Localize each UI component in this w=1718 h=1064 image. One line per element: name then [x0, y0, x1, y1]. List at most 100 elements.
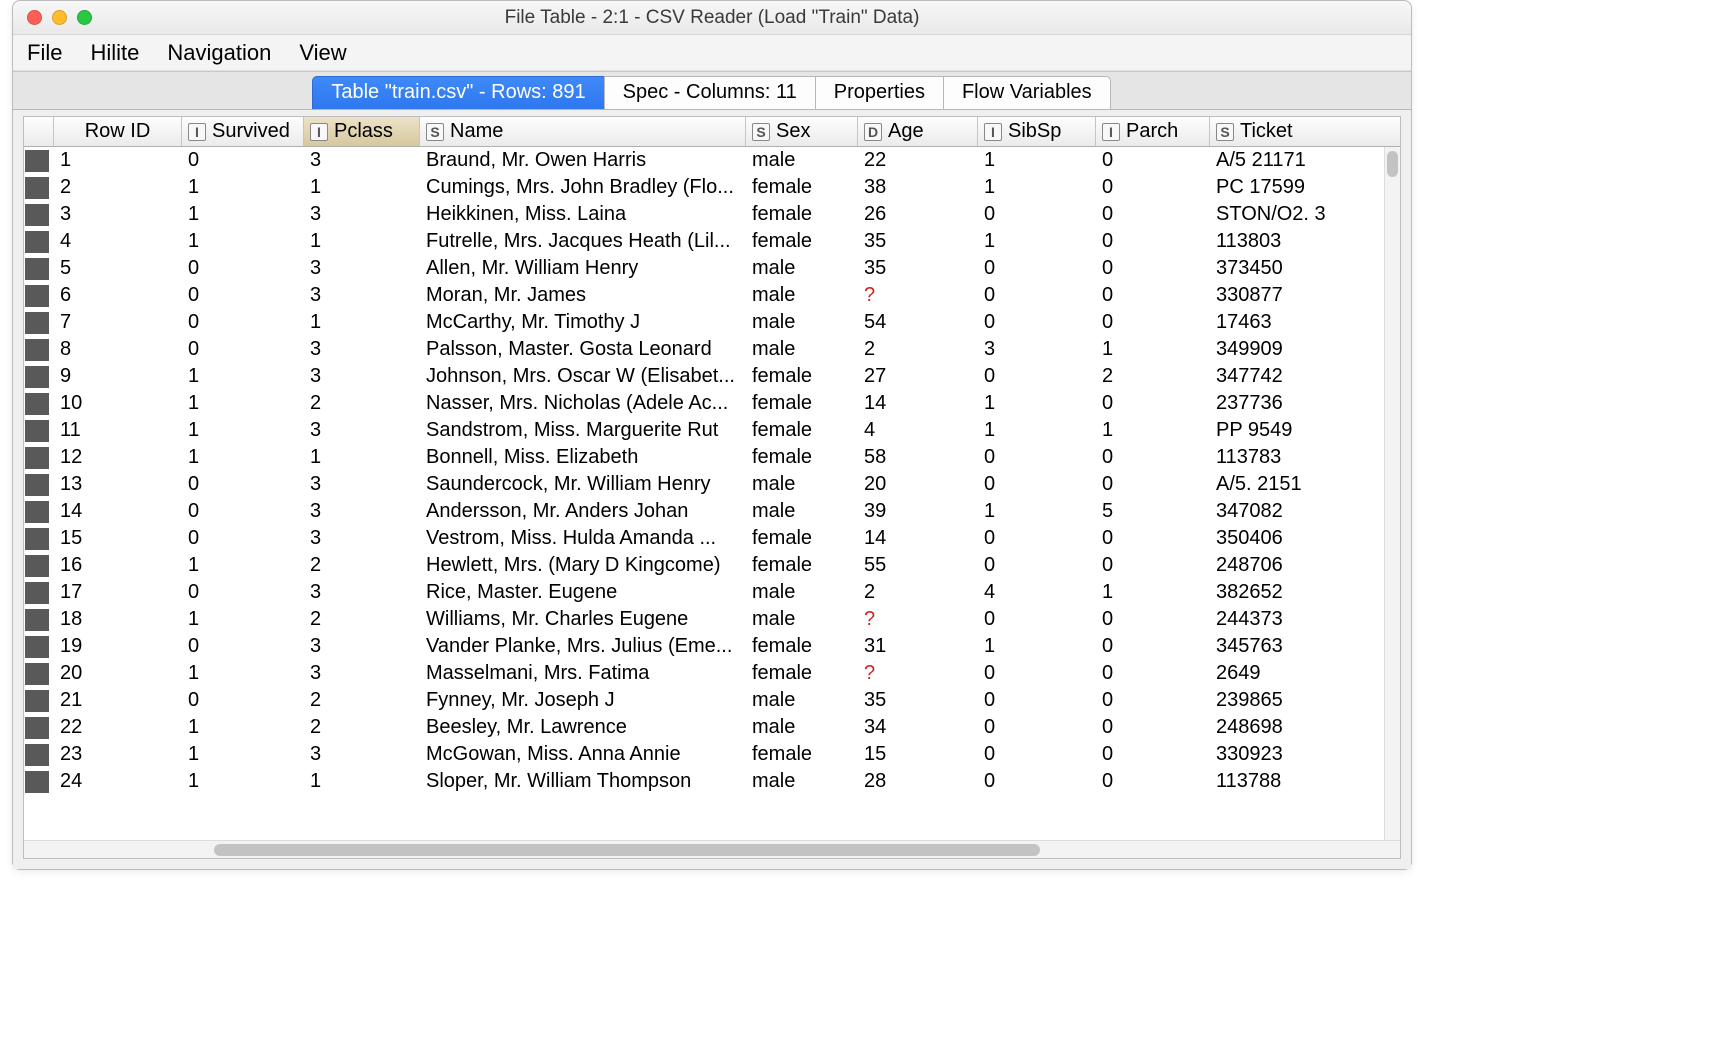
col-header-survived[interactable]: I Survived: [182, 117, 304, 146]
table-row[interactable]: 1612Hewlett, Mrs. (Mary D Kingcome)femal…: [24, 552, 1400, 579]
col-header-pclass[interactable]: I Pclass: [304, 117, 420, 146]
zoom-icon[interactable]: [77, 10, 92, 25]
table-row[interactable]: 2013Masselmani, Mrs. Fatimafemale?002649: [24, 660, 1400, 687]
table-row[interactable]: 1211Bonnell, Miss. Elizabethfemale580011…: [24, 444, 1400, 471]
hilite-cell[interactable]: [24, 366, 54, 388]
cell-survived: 1: [182, 770, 304, 793]
hilite-cell[interactable]: [24, 636, 54, 658]
cell-sibsp: 0: [978, 203, 1096, 226]
hilite-box-icon: [25, 501, 49, 523]
hilite-cell[interactable]: [24, 555, 54, 577]
tab-0[interactable]: Table "train.csv" - Rows: 891: [312, 76, 604, 109]
hilite-cell[interactable]: [24, 474, 54, 496]
cell-pclass: 1: [304, 770, 420, 793]
col-header-rowid[interactable]: Row ID: [54, 117, 182, 146]
cell-parch: 0: [1096, 230, 1210, 253]
col-header-parch[interactable]: I Parch: [1096, 117, 1210, 146]
hilite-box-icon: [25, 663, 49, 685]
cell-rowid: 11: [54, 419, 182, 442]
menu-item-hilite[interactable]: Hilite: [90, 40, 139, 66]
table-row[interactable]: 1403Andersson, Mr. Anders Johanmale39153…: [24, 498, 1400, 525]
hilite-cell[interactable]: [24, 204, 54, 226]
vertical-scrollbar[interactable]: [1384, 147, 1400, 840]
hilite-cell[interactable]: [24, 447, 54, 469]
table-row[interactable]: 701McCarthy, Mr. Timothy Jmale540017463: [24, 309, 1400, 336]
hilite-box-icon: [25, 690, 49, 712]
close-icon[interactable]: [27, 10, 42, 25]
tab-2[interactable]: Properties: [815, 76, 944, 109]
menu-item-navigation[interactable]: Navigation: [167, 40, 271, 66]
table-row[interactable]: 2212Beesley, Mr. Lawrencemale3400248698: [24, 714, 1400, 741]
table-row[interactable]: 1303Saundercock, Mr. William Henrymale20…: [24, 471, 1400, 498]
col-header-hilite[interactable]: [24, 117, 54, 146]
cell-ticket: 248698: [1210, 716, 1352, 739]
hilite-cell[interactable]: [24, 528, 54, 550]
scrollbar-thumb[interactable]: [214, 844, 1040, 856]
menu-item-file[interactable]: File: [27, 40, 62, 66]
cell-rowid: 1: [54, 149, 182, 172]
cell-pclass: 1: [304, 311, 420, 334]
cell-age: ?: [858, 608, 978, 631]
col-header-sibsp[interactable]: I SibSp: [978, 117, 1096, 146]
cell-age: 22: [858, 149, 978, 172]
cell-age: 14: [858, 527, 978, 550]
table-row[interactable]: 803Palsson, Master. Gosta Leonardmale231…: [24, 336, 1400, 363]
table-row[interactable]: 1012Nasser, Mrs. Nicholas (Adele Ac...fe…: [24, 390, 1400, 417]
cell-rowid: 21: [54, 689, 182, 712]
table-row[interactable]: 1703Rice, Master. Eugenemale241382652: [24, 579, 1400, 606]
cell-sibsp: 1: [978, 419, 1096, 442]
hilite-cell[interactable]: [24, 690, 54, 712]
table-row[interactable]: 503Allen, Mr. William Henrymale350037345…: [24, 255, 1400, 282]
hilite-cell[interactable]: [24, 339, 54, 361]
tab-1[interactable]: Spec - Columns: 11: [604, 76, 816, 109]
col-header-label: Age: [888, 120, 924, 143]
cell-sex: female: [746, 203, 858, 226]
hilite-cell[interactable]: [24, 663, 54, 685]
table-row[interactable]: 211Cumings, Mrs. John Bradley (Flo...fem…: [24, 174, 1400, 201]
table-row[interactable]: 2102Fynney, Mr. Joseph Jmale3500239865: [24, 687, 1400, 714]
hilite-cell[interactable]: [24, 285, 54, 307]
col-header-label: Row ID: [85, 120, 151, 143]
col-header-ticket[interactable]: S Ticket: [1210, 117, 1352, 146]
table-row[interactable]: 1903Vander Planke, Mrs. Julius (Eme...fe…: [24, 633, 1400, 660]
col-header-age[interactable]: D Age: [858, 117, 978, 146]
tab-3[interactable]: Flow Variables: [943, 76, 1111, 109]
hilite-cell[interactable]: [24, 501, 54, 523]
cell-name: Cumings, Mrs. John Bradley (Flo...: [420, 176, 746, 199]
hilite-cell[interactable]: [24, 150, 54, 172]
hilite-cell[interactable]: [24, 258, 54, 280]
hilite-cell[interactable]: [24, 393, 54, 415]
hilite-box-icon: [25, 258, 49, 280]
table-row[interactable]: 411Futrelle, Mrs. Jacques Heath (Lil...f…: [24, 228, 1400, 255]
hilite-cell[interactable]: [24, 744, 54, 766]
type-icon: S: [1216, 123, 1234, 141]
table-row[interactable]: 1812Williams, Mr. Charles Eugenemale?002…: [24, 606, 1400, 633]
cell-rowid: 9: [54, 365, 182, 388]
hilite-cell[interactable]: [24, 717, 54, 739]
col-header-sex[interactable]: S Sex: [746, 117, 858, 146]
table-row[interactable]: 913Johnson, Mrs. Oscar W (Elisabet...fem…: [24, 363, 1400, 390]
hilite-cell[interactable]: [24, 312, 54, 334]
hilite-cell[interactable]: [24, 771, 54, 793]
hilite-cell[interactable]: [24, 177, 54, 199]
minimize-icon[interactable]: [52, 10, 67, 25]
hilite-cell[interactable]: [24, 609, 54, 631]
cell-pclass: 1: [304, 446, 420, 469]
table-row[interactable]: 103Braund, Mr. Owen Harrismale2210A/5 21…: [24, 147, 1400, 174]
hilite-cell[interactable]: [24, 420, 54, 442]
table-row[interactable]: 2313McGowan, Miss. Anna Anniefemale15003…: [24, 741, 1400, 768]
col-header-label: Pclass: [334, 120, 393, 143]
hilite-cell[interactable]: [24, 582, 54, 604]
table-row[interactable]: 313Heikkinen, Miss. Lainafemale2600STON/…: [24, 201, 1400, 228]
hilite-cell[interactable]: [24, 231, 54, 253]
menu-item-view[interactable]: View: [299, 40, 346, 66]
table-row[interactable]: 1503Vestrom, Miss. Hulda Amanda ...femal…: [24, 525, 1400, 552]
horizontal-scrollbar[interactable]: [24, 840, 1400, 858]
col-header-name[interactable]: S Name: [420, 117, 746, 146]
type-icon: I: [1102, 123, 1120, 141]
scrollbar-thumb[interactable]: [1387, 151, 1398, 177]
cell-age: 58: [858, 446, 978, 469]
table-row[interactable]: 1113Sandstrom, Miss. Marguerite Rutfemal…: [24, 417, 1400, 444]
table-row[interactable]: 2411Sloper, Mr. William Thompsonmale2800…: [24, 768, 1400, 795]
table-row[interactable]: 603Moran, Mr. Jamesmale?00330877: [24, 282, 1400, 309]
